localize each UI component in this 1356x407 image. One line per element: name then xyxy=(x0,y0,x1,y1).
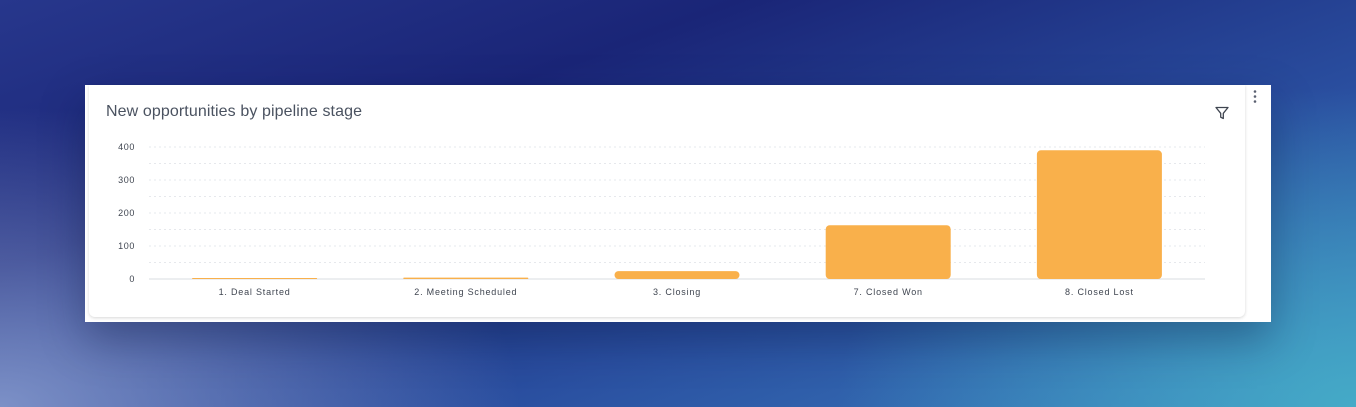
filter-icon[interactable] xyxy=(1214,105,1230,121)
x-category-label: 8. Closed Lost xyxy=(1065,287,1134,297)
y-tick-label: 300 xyxy=(118,175,135,185)
bar-chart: 0 100 200 300 400 1. Deal Started 2. Meeting S… xyxy=(118,142,1205,297)
y-tick-label: 0 xyxy=(129,274,135,284)
bar-5 xyxy=(1036,150,1162,279)
y-tick-label: 100 xyxy=(118,241,135,251)
y-tick-label: 200 xyxy=(118,208,135,218)
chart-card: New opportunities by pipeline stage 0 100… xyxy=(89,85,1245,317)
bar-1 xyxy=(192,278,318,279)
bar-4 xyxy=(825,225,951,279)
x-category-label: 1. Deal Started xyxy=(219,287,291,297)
dashboard-frame: New opportunities by pipeline stage 0 100… xyxy=(85,85,1271,322)
bar-2 xyxy=(403,277,529,279)
x-category-label: 7. Closed Won xyxy=(854,287,923,297)
x-category-label: 3. Closing xyxy=(653,287,701,297)
bar-3 xyxy=(614,271,740,279)
y-tick-label: 400 xyxy=(118,142,135,152)
x-category-label: 2. Meeting Scheduled xyxy=(414,287,517,297)
more-vertical-icon[interactable] xyxy=(1249,89,1261,105)
